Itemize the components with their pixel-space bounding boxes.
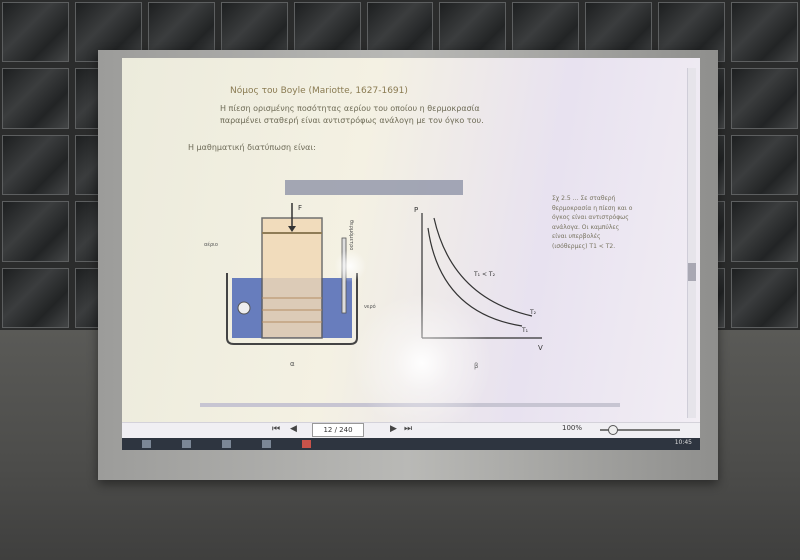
- prev-page-icon[interactable]: ◀: [290, 424, 297, 434]
- glass-block: [2, 68, 69, 129]
- taskbar-clock: 10:45: [674, 439, 692, 446]
- browser-icon[interactable]: [262, 440, 271, 448]
- projected-screen: Νόμος του Boyle (Mariotte, 1627-1691) Η …: [122, 58, 700, 450]
- glass-block: [731, 201, 798, 262]
- folder-icon[interactable]: [222, 440, 231, 448]
- glass-block: [731, 134, 798, 196]
- glass-block: [2, 201, 69, 262]
- gas-label: αέριο: [204, 241, 218, 248]
- search-icon[interactable]: [182, 440, 191, 448]
- caption-a: α: [290, 360, 295, 368]
- law-statement: Η πίεση ορισμένης ποσότητας αερίου του ο…: [220, 104, 484, 125]
- vertical-scrollbar[interactable]: [687, 68, 696, 418]
- document-title: Νόμος του Boyle (Mariotte, 1627-1691): [230, 86, 408, 96]
- zoom-level: 100%: [562, 424, 583, 432]
- figure-side-caption: Σχ 2.5 … Σε σταθερή θερμοκρασία η πίεση …: [552, 195, 633, 250]
- glass-block: [731, 267, 798, 328]
- next-page-icon[interactable]: ▶: [390, 424, 397, 434]
- glass-block: [2, 2, 69, 63]
- last-page-icon[interactable]: ⏭: [404, 424, 412, 434]
- force-label: F: [298, 204, 302, 212]
- windows-taskbar: [122, 438, 700, 450]
- formula-banner: [285, 180, 463, 195]
- start-icon[interactable]: [142, 440, 151, 448]
- isotherm-2: [433, 217, 533, 317]
- boyle-figure: F θερμόμετρο αέριο νερό α P V T₁ T₂ T₁ <…: [204, 203, 543, 370]
- glass-block: [2, 134, 69, 196]
- cylinder: [261, 217, 323, 339]
- glass-block: [731, 2, 798, 63]
- curve-2-label: T₂: [529, 309, 537, 316]
- zoom-slider-knob[interactable]: [608, 425, 618, 435]
- glass-block: [2, 267, 69, 328]
- next-text-line: [200, 403, 620, 407]
- page-number-input[interactable]: 12 / 240: [312, 423, 364, 437]
- scrollbar-thumb[interactable]: [688, 263, 696, 281]
- math-intro-line: Η μαθηματική διατύπωση είναι:: [188, 143, 316, 152]
- v-axis-label: V: [538, 344, 543, 352]
- thermometer: [341, 237, 347, 314]
- thermometer-label: θερμόμετρο: [348, 220, 355, 250]
- glass-block: [731, 68, 798, 129]
- p-axis-label: P: [414, 206, 418, 214]
- first-page-icon[interactable]: ⏮: [272, 424, 280, 434]
- caption-b: β: [474, 362, 478, 370]
- curve-1-label: T₁: [521, 327, 529, 334]
- pdf-icon[interactable]: [302, 440, 311, 448]
- curve-note: T₁ < T₂: [473, 271, 496, 278]
- water-label: νερό: [364, 303, 376, 310]
- gauge: [237, 301, 251, 315]
